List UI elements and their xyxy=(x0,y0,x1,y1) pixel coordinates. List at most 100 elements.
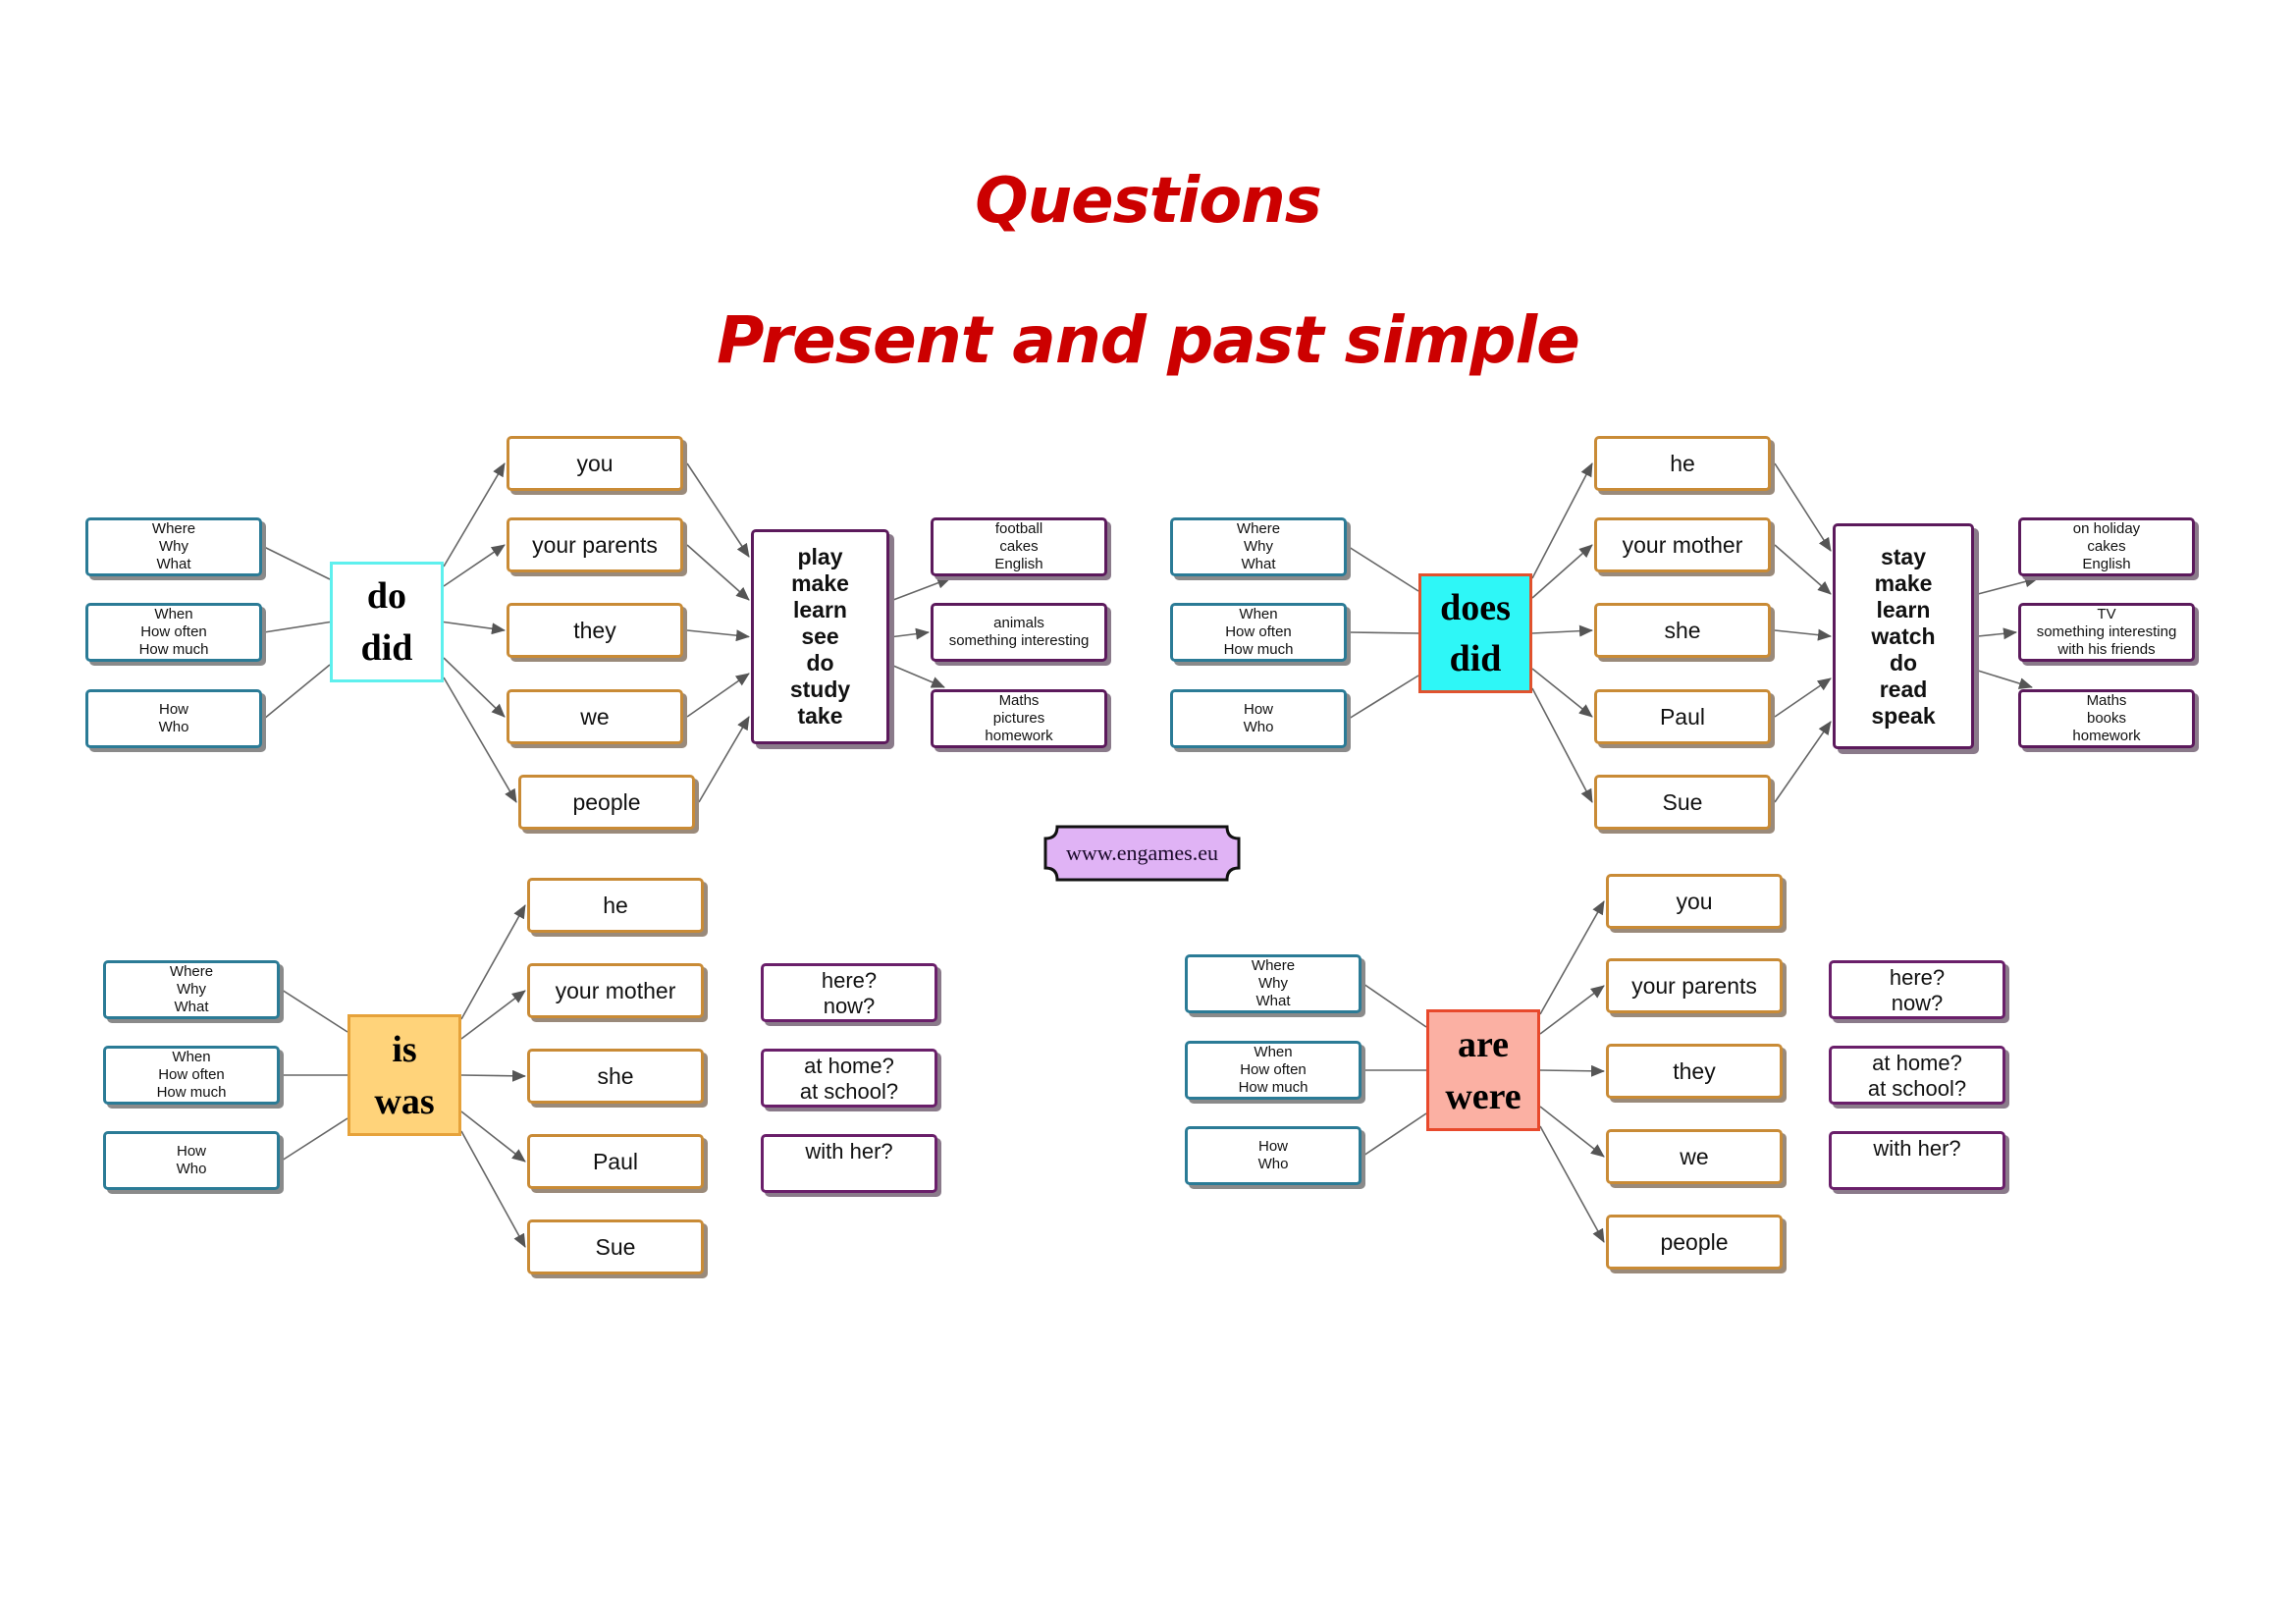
verb-box-text: take xyxy=(797,703,843,729)
subject-box: Sue xyxy=(1594,775,1771,830)
subject-box-text: she xyxy=(597,1062,634,1089)
connector-arrow xyxy=(1977,670,2033,689)
subject-box: he xyxy=(1594,436,1771,491)
complement-box-text: now? xyxy=(823,994,876,1018)
object-box-text: with his friends xyxy=(2057,641,2156,658)
subject-box: we xyxy=(507,689,683,744)
complement-box: here? now? xyxy=(761,963,937,1022)
question-word-box: How Who xyxy=(1185,1126,1362,1185)
connector-arrow xyxy=(686,462,750,558)
connector-arrow xyxy=(1539,1106,1605,1158)
website-link[interactable]: www.engames.eu xyxy=(1043,825,1241,882)
question-word-box: How Who xyxy=(1170,689,1347,748)
subject-box: Paul xyxy=(1594,689,1771,744)
object-box-text: something interesting xyxy=(2036,623,2177,640)
subject-box: you xyxy=(1606,874,1783,929)
complement-box-text: with her? xyxy=(805,1139,893,1164)
question-word-box-text: How often xyxy=(158,1066,225,1083)
connector-arrow xyxy=(1539,1064,1605,1077)
question-word-box: Where Why What xyxy=(85,517,262,576)
question-word-box: When How often How much xyxy=(1170,603,1347,662)
connector-arrow xyxy=(892,627,930,640)
complement-box-text: at school? xyxy=(799,1079,899,1104)
subject-box: he xyxy=(527,878,704,933)
object-box-text: homework xyxy=(2072,728,2141,744)
question-word-box-text: Who xyxy=(1243,719,1274,735)
auxiliary-verb: do xyxy=(366,575,407,618)
connector-arrow xyxy=(460,1110,526,1163)
verb-box-text: make xyxy=(1874,569,1933,596)
subject-box-text: people xyxy=(572,788,641,815)
question-word-box-text: Why xyxy=(1244,538,1273,555)
connector-arrow xyxy=(1531,687,1593,803)
question-word-box-text: What xyxy=(1241,556,1276,572)
question-word-box: When How often How much xyxy=(85,603,262,662)
subject-box-text: Sue xyxy=(595,1233,636,1260)
question-word-box: How Who xyxy=(85,689,262,748)
connector-arrow xyxy=(892,577,951,601)
connector-arrow xyxy=(1977,575,2039,595)
auxiliary-verb: did xyxy=(360,626,413,669)
question-word-box-text: Why xyxy=(1258,975,1288,992)
auxiliary-verb-box: are were xyxy=(1426,1009,1540,1131)
object-box-text: homework xyxy=(985,728,1053,744)
subject-box-text: you xyxy=(1676,888,1713,914)
subject-box: they xyxy=(507,603,683,658)
question-word-box-text: How xyxy=(1257,1138,1288,1155)
connector-line xyxy=(281,1117,348,1162)
connector-arrow xyxy=(443,657,506,718)
connector-arrow xyxy=(1774,462,1832,552)
subject-box: Paul xyxy=(527,1134,704,1189)
subject-box: your parents xyxy=(1606,958,1783,1013)
connector-line xyxy=(263,664,331,720)
subject-box: she xyxy=(1594,603,1771,658)
question-word-box-text: How much xyxy=(156,1084,227,1101)
connector-arrow xyxy=(892,665,945,688)
question-word-box-text: How much xyxy=(138,641,209,658)
connector-line xyxy=(263,621,331,633)
subject-box-text: your parents xyxy=(532,531,658,558)
connector-line xyxy=(1348,631,1419,634)
complement-box-text: with her? xyxy=(1873,1136,1961,1161)
object-box: Maths pictures homework xyxy=(931,689,1107,748)
connector-arrow xyxy=(698,716,750,803)
auxiliary-verb-box: is was xyxy=(347,1014,461,1136)
connector-arrow xyxy=(443,677,517,803)
connector-arrow xyxy=(1531,544,1593,599)
connector-arrow xyxy=(1531,624,1593,637)
auxiliary-verb-box: do did xyxy=(330,562,444,682)
subject-box-text: your mother xyxy=(555,977,676,1003)
question-word-box-text: Where xyxy=(1251,957,1296,974)
subject-box: your mother xyxy=(1594,517,1771,572)
question-word-box: Where Why What xyxy=(1170,517,1347,576)
question-word-box-text: When xyxy=(154,606,193,623)
object-box-text: Maths xyxy=(2086,692,2127,709)
verb-box-text: do xyxy=(1889,649,1918,676)
connector-arrow xyxy=(1531,462,1593,579)
object-box-text: English xyxy=(994,556,1043,572)
connector-arrow xyxy=(1774,628,1832,641)
object-box-text: books xyxy=(2086,710,2127,727)
question-word-box: When How often How much xyxy=(103,1046,280,1105)
connector-arrow xyxy=(1531,668,1593,718)
question-word-box-text: Where xyxy=(169,963,214,980)
subject-box-text: Paul xyxy=(1659,703,1706,730)
verb-box-text: make xyxy=(791,570,849,596)
connector-line xyxy=(281,989,348,1033)
verb-box-text: watch xyxy=(1871,623,1936,649)
verb-box-text: play xyxy=(797,544,843,569)
verb-box-text: learn xyxy=(793,597,847,623)
connector-arrow xyxy=(460,990,526,1040)
connector-line xyxy=(1348,546,1419,592)
question-word-box-text: What xyxy=(174,999,209,1015)
subject-box: your mother xyxy=(527,963,704,1018)
subject-box-text: he xyxy=(1670,450,1695,476)
subject-box-text: she xyxy=(1664,617,1701,643)
question-word-box-text: Where xyxy=(151,520,196,537)
subject-box-text: they xyxy=(1673,1057,1716,1084)
verb-box-text: study xyxy=(789,677,851,702)
complement-box-text: at school? xyxy=(1867,1076,1967,1101)
question-word-box-text: How xyxy=(176,1143,206,1160)
verb-box-text: see xyxy=(801,623,839,649)
object-box: Maths books homework xyxy=(2018,689,2195,748)
